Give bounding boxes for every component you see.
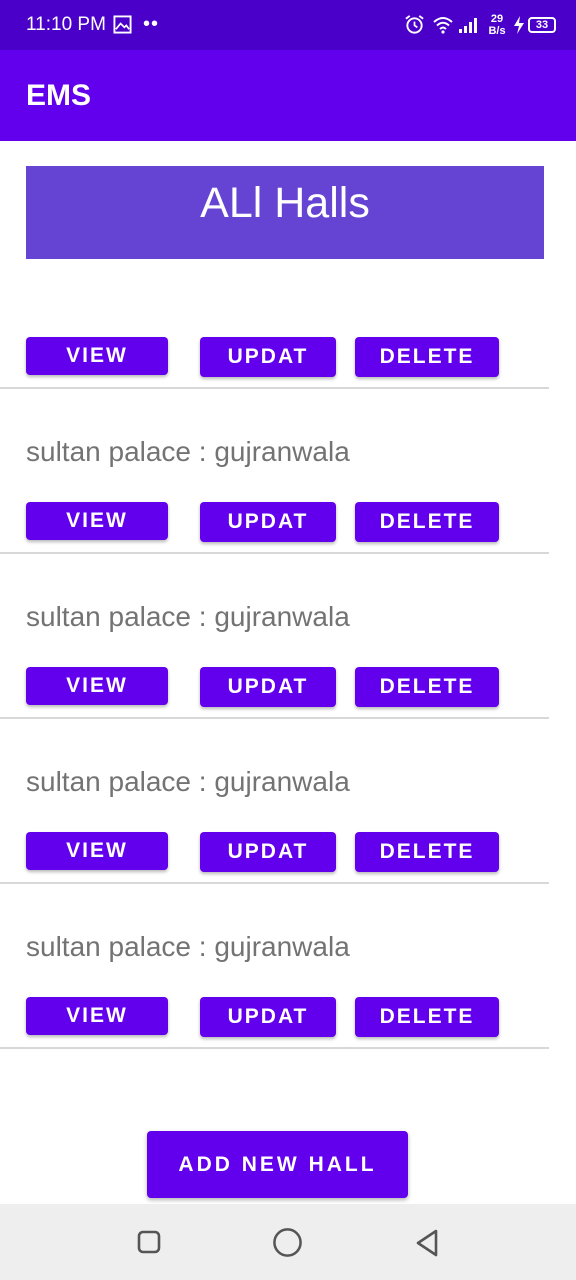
hall-label: sultan palace : gujranwala [26, 766, 350, 797]
view-button[interactable]: VIEW [26, 337, 168, 375]
navigation-bar [0, 1204, 576, 1280]
screen: 11:10 PM •• 29 B/s 33 EMS ALl Halls VIEW… [0, 0, 576, 1280]
page-title: ALl Halls [200, 179, 370, 227]
hall-label: sultan palace : gujranwala [26, 436, 350, 467]
update-button[interactable]: UPDAT [200, 667, 336, 707]
status-bar: 11:10 PM •• 29 B/s 33 [0, 0, 576, 50]
battery-icon: 33 [528, 17, 556, 33]
delete-button[interactable]: DELETE [355, 832, 499, 872]
network-speed: 29 B/s [486, 13, 508, 37]
hall-label: sultan palace : gujranwala [26, 601, 350, 632]
delete-button[interactable]: DELETE [355, 667, 499, 707]
delete-button[interactable]: DELETE [355, 997, 499, 1037]
list-item: sultan palace : gujranwala VIEW UPDAT DE… [0, 554, 549, 719]
signal-icon [459, 18, 477, 33]
delete-button[interactable]: DELETE [355, 337, 499, 377]
update-button[interactable]: UPDAT [200, 832, 336, 872]
alarm-icon [405, 15, 424, 34]
charging-icon [514, 16, 524, 34]
back-icon[interactable] [414, 1228, 440, 1258]
view-button[interactable]: VIEW [26, 502, 168, 540]
update-button[interactable]: UPDAT [200, 502, 336, 542]
view-button[interactable]: VIEW [26, 997, 168, 1035]
gallery-icon [113, 15, 132, 34]
list-item: sultan palace : gujranwala VIEW UPDAT DE… [0, 389, 549, 554]
list-item: sultan palace : gujranwala VIEW UPDAT DE… [0, 719, 549, 884]
add-new-hall-button[interactable]: ADD NEW HALL [147, 1131, 408, 1198]
network-speed-unit: B/s [488, 25, 506, 37]
notification-dots: •• [143, 13, 160, 35]
update-button[interactable]: UPDAT [200, 337, 336, 377]
status-time: 11:10 PM [26, 14, 106, 35]
recents-icon[interactable] [137, 1230, 161, 1254]
app-bar: EMS [0, 50, 576, 141]
app-title: EMS [26, 79, 92, 112]
list-item: VIEW UPDAT DELETE [0, 224, 549, 389]
wifi-icon [433, 17, 453, 34]
network-speed-value: 29 [490, 13, 504, 25]
update-button[interactable]: UPDAT [200, 997, 336, 1037]
delete-button[interactable]: DELETE [355, 502, 499, 542]
view-button[interactable]: VIEW [26, 832, 168, 870]
list-item: sultan palace : gujranwala VIEW UPDAT DE… [0, 884, 549, 1049]
home-icon[interactable] [272, 1227, 303, 1258]
hall-label: sultan palace : gujranwala [26, 931, 350, 962]
view-button[interactable]: VIEW [26, 667, 168, 705]
